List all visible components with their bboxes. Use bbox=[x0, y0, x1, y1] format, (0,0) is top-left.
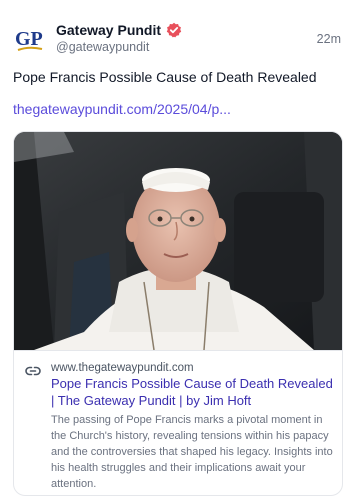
post: GP Gateway Pundit @gatewaypundit 22m Pop… bbox=[0, 0, 355, 500]
author-name[interactable]: Gateway Pundit bbox=[56, 22, 161, 38]
author-name-row[interactable]: Gateway Pundit bbox=[56, 22, 182, 38]
link-preview-title[interactable]: Pope Francis Possible Cause of Death Rev… bbox=[51, 375, 336, 409]
post-link[interactable]: thegatewaypundit.com/2025/04/p... bbox=[13, 101, 231, 117]
post-timestamp[interactable]: 22m bbox=[317, 32, 341, 46]
link-preview-card[interactable]: www.thegatewaypundit.com Pope Francis Po… bbox=[13, 131, 343, 496]
link-preview-details[interactable]: www.thegatewaypundit.com Pope Francis Po… bbox=[14, 350, 342, 495]
author-handle[interactable]: @gatewaypundit bbox=[56, 40, 149, 54]
link-preview-domain: www.thegatewaypundit.com bbox=[51, 362, 194, 374]
post-text: Pope Francis Possible Cause of Death Rev… bbox=[13, 69, 317, 85]
avatar-logo-text: GP bbox=[15, 28, 43, 50]
verified-check-icon bbox=[166, 22, 182, 38]
author-avatar[interactable]: GP bbox=[12, 22, 46, 56]
link-chain-icon bbox=[25, 363, 41, 379]
link-preview-image[interactable] bbox=[14, 132, 342, 350]
link-preview-description: The passing of Pope Francis marks a pivo… bbox=[51, 414, 333, 490]
